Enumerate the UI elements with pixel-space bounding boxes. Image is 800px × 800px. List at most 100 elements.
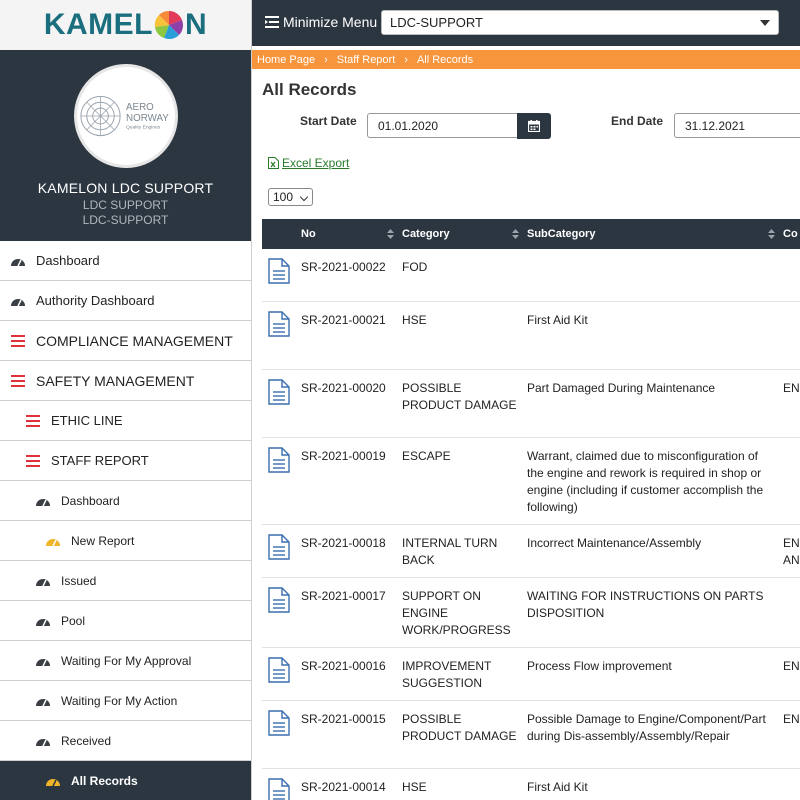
logo-text: KAMEL N (44, 8, 207, 42)
sidebar-item-issued[interactable]: Issued (0, 561, 251, 601)
row-subcategory: First Aid Kit (527, 768, 783, 800)
dashboard-gauge-icon (10, 254, 26, 268)
sidebar-item-staff-report[interactable]: STAFF REPORT (0, 441, 251, 481)
row-extra (783, 301, 800, 370)
document-icon[interactable] (268, 777, 290, 800)
dashboard-gauge-icon (35, 694, 51, 708)
table-row[interactable]: SR-2021-00014 HSE First Aid Kit (262, 768, 800, 800)
document-icon[interactable] (268, 533, 290, 560)
row-document-cell[interactable] (262, 369, 301, 438)
sidebar-item-pool[interactable]: Pool (0, 601, 251, 641)
column-header-subcategory[interactable]: SubCategory (527, 219, 783, 249)
row-document-cell[interactable] (262, 301, 301, 370)
page-size-value: 100 (273, 190, 294, 204)
sidebar-item-compliance-management[interactable]: COMPLIANCE MANAGEMENT (0, 321, 251, 361)
table-row[interactable]: SR-2021-00018 INTERNAL TURN BACK Incorre… (262, 524, 800, 578)
start-date-input[interactable]: 01.01.2020 (367, 113, 519, 138)
row-document-cell[interactable] (262, 700, 301, 769)
sidebar-item-label: Waiting For My Action (61, 693, 178, 708)
dashboard-gauge-icon (10, 294, 26, 308)
chevron-right-icon: › (404, 53, 408, 66)
sidebar-item-waiting-for-my-approval[interactable]: Waiting For My Approval (0, 641, 251, 681)
row-subcategory: First Aid Kit (527, 301, 783, 370)
minimize-menu-button[interactable]: Minimize Menu (265, 14, 377, 30)
excel-export-label: Excel Export (282, 156, 350, 170)
document-icon[interactable] (268, 258, 290, 284)
document-icon[interactable] (268, 310, 290, 337)
row-document-cell[interactable] (262, 647, 301, 701)
chevron-right-icon: › (324, 53, 328, 66)
row-category: HSE (402, 768, 527, 800)
aero-norway-logo-icon: AERO NORWAY Quality Engines (79, 95, 169, 137)
hamburger-icon (25, 454, 41, 468)
dashboard-gauge-icon (45, 534, 61, 548)
row-no: SR-2021-00016 (301, 647, 402, 701)
table-row[interactable]: SR-2021-00019 ESCAPE Warrant, claimed du… (262, 437, 800, 525)
row-subcategory: WAITING FOR INSTRUCTIONS ON PARTS DISPOS… (527, 577, 783, 648)
table-row[interactable]: SR-2021-00022 FOD (262, 249, 800, 302)
row-category: ESCAPE (402, 437, 527, 525)
hamburger-icon (10, 374, 26, 388)
breadcrumb-all-records[interactable]: All Records (417, 54, 473, 66)
dashboard-gauge-icon (35, 614, 51, 628)
row-document-cell[interactable] (262, 524, 301, 578)
calendar-button[interactable] (517, 113, 551, 139)
sidebar-item-new-report[interactable]: New Report (0, 521, 251, 561)
sidebar-item-waiting-for-my-action[interactable]: Waiting For My Action (0, 681, 251, 721)
document-icon[interactable] (268, 446, 290, 473)
sidebar-item-label: Dashboard (36, 253, 100, 268)
row-category: POSSIBLE PRODUCT DAMAGE (402, 369, 527, 438)
row-no: SR-2021-00014 (301, 768, 402, 800)
sidebar-item-ethic-line[interactable]: ETHIC LINE (0, 401, 251, 441)
module-select[interactable]: LDC-SUPPORT (381, 10, 779, 35)
excel-export-link[interactable]: Excel Export (268, 156, 349, 170)
sidebar-item-dashboard[interactable]: Dashboard (0, 241, 251, 281)
row-document-cell[interactable] (262, 249, 301, 302)
hamburger-icon (10, 334, 26, 348)
sidebar-item-label: Issued (61, 573, 97, 588)
table-row[interactable]: SR-2021-00016 IMPROVEMENT SUGGESTION Pro… (262, 647, 800, 701)
logo-text-left: KAMEL (43, 8, 153, 41)
document-icon[interactable] (268, 709, 290, 736)
table-row[interactable]: SR-2021-00020 POSSIBLE PRODUCT DAMAGE Pa… (262, 369, 800, 438)
user-code: LDC-SUPPORT (82, 213, 169, 227)
dashboard-gauge-icon (35, 494, 51, 508)
page-size-select[interactable]: 100 (268, 188, 313, 206)
row-subcategory: Process Flow improvement (527, 647, 783, 701)
table-row[interactable]: SR-2021-00015 POSSIBLE PRODUCT DAMAGE Po… (262, 700, 800, 769)
table-row[interactable]: SR-2021-00021 HSE First Aid Kit (262, 301, 800, 370)
row-no: SR-2021-00017 (301, 577, 402, 648)
row-document-cell[interactable] (262, 577, 301, 648)
row-extra (783, 577, 800, 648)
sidebar-item-authority-dashboard[interactable]: Authority Dashboard (0, 281, 251, 321)
document-icon[interactable] (268, 656, 290, 683)
breadcrumb-staff-report[interactable]: Staff Report (337, 54, 396, 66)
table-row[interactable]: SR-2021-00017 SUPPORT ON ENGINE WORK/PRO… (262, 577, 800, 648)
row-subcategory: Possible Damage to Engine/Component/Part… (527, 700, 783, 769)
row-extra: EN AN (783, 524, 800, 578)
row-extra (783, 249, 800, 302)
end-date-input[interactable]: 31.12.2021 (674, 113, 800, 138)
row-category: SUPPORT ON ENGINE WORK/PROGRESS (402, 577, 527, 648)
row-document-cell[interactable] (262, 437, 301, 525)
row-category: INTERNAL TURN BACK (402, 524, 527, 578)
sidebar-item-all-records[interactable]: All Records (0, 761, 251, 800)
row-no: SR-2021-00021 (301, 301, 402, 370)
row-document-cell[interactable] (262, 768, 301, 800)
sort-icon (512, 229, 519, 239)
breadcrumb-home[interactable]: Home Page (257, 54, 315, 66)
caret-down-icon (760, 20, 770, 26)
sidebar-item-sr-dashboard[interactable]: Dashboard (0, 481, 251, 521)
sidebar-item-received[interactable]: Received (0, 721, 251, 761)
column-header-co[interactable]: Co (783, 219, 800, 249)
sidebar-item-label: ETHIC LINE (51, 413, 123, 428)
document-icon[interactable] (268, 586, 290, 613)
row-subcategory: Incorrect Maintenance/Assembly (527, 524, 783, 578)
column-header-category[interactable]: Category (402, 219, 527, 249)
document-icon[interactable] (268, 378, 290, 405)
sidebar-item-safety-management[interactable]: SAFETY MANAGEMENT (0, 361, 251, 401)
column-header-no[interactable]: No (301, 219, 402, 249)
app-logo[interactable]: KAMEL N (0, 0, 251, 50)
row-subcategory (527, 249, 783, 302)
chevron-down-icon (299, 192, 309, 202)
